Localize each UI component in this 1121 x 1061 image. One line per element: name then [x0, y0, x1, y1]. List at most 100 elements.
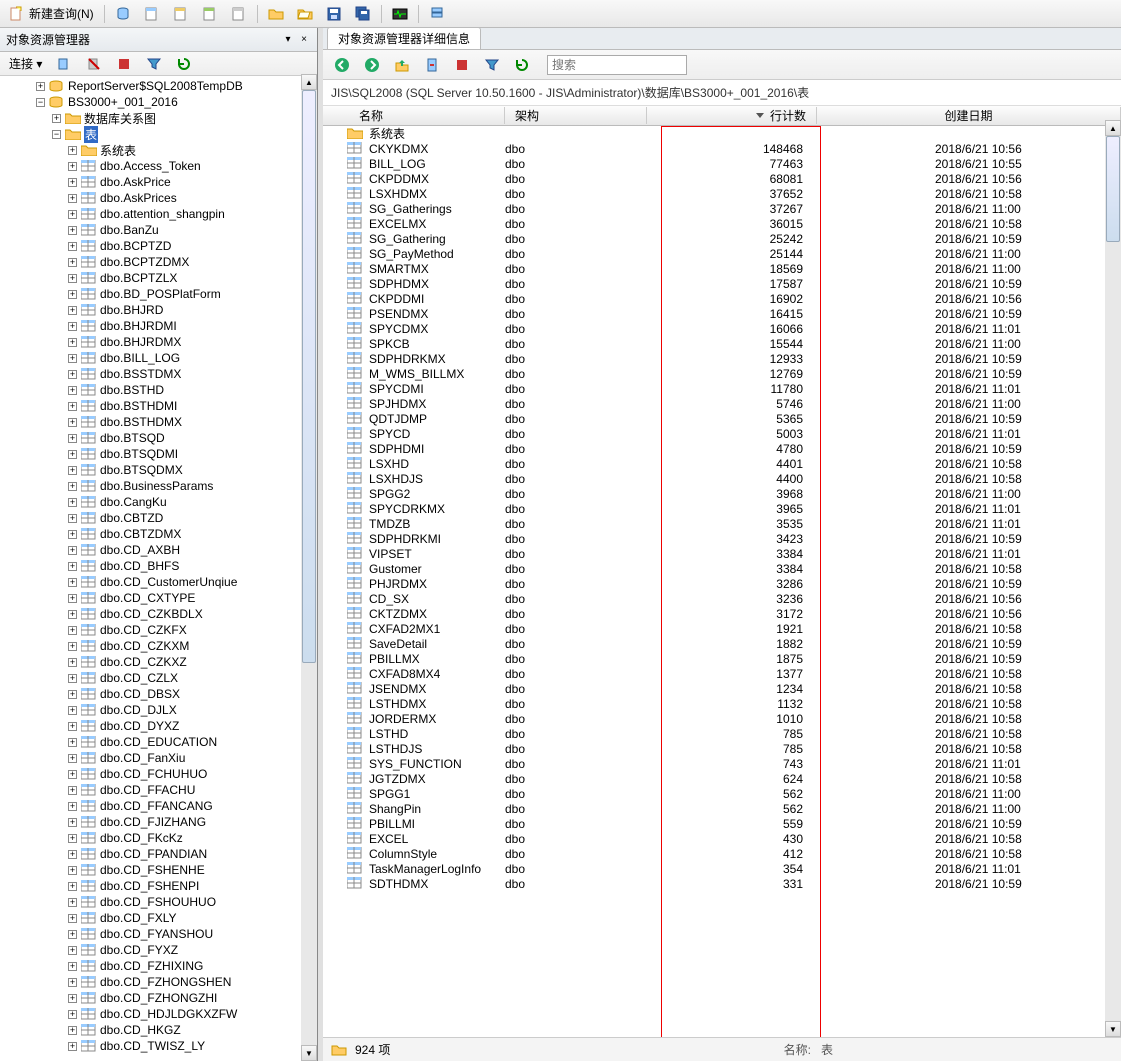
expand-icon[interactable]: +: [36, 82, 45, 91]
grid-row[interactable]: SaveDetaildbo18822018/6/21 10:59: [323, 636, 1121, 651]
grid-row[interactable]: CKYKDMXdbo1484682018/6/21 10:56: [323, 141, 1121, 156]
oe-refresh-button[interactable]: [171, 53, 197, 75]
expand-icon[interactable]: +: [68, 322, 77, 331]
grid-row[interactable]: QDTJDMPdbo53652018/6/21 10:59: [323, 411, 1121, 426]
grid-row[interactable]: TaskManagerLogInfodbo3542018/6/21 11:01: [323, 861, 1121, 876]
expand-icon[interactable]: +: [68, 834, 77, 843]
grid-row[interactable]: PSENDMXdbo164152018/6/21 10:59: [323, 306, 1121, 321]
expand-icon[interactable]: +: [68, 210, 77, 219]
scroll-down-button[interactable]: ▼: [301, 1045, 317, 1061]
tree-table[interactable]: +dbo.CD_FPANDIAN: [0, 846, 317, 862]
expand-icon[interactable]: +: [68, 562, 77, 571]
grid-row[interactable]: SG_PayMethoddbo251442018/6/21 11:00: [323, 246, 1121, 261]
grid-row[interactable]: LSXHDMXdbo376522018/6/21 10:58: [323, 186, 1121, 201]
expand-icon[interactable]: +: [68, 274, 77, 283]
activity-monitor-button[interactable]: [387, 3, 413, 25]
tree-table[interactable]: +dbo.CD_HKGZ: [0, 1022, 317, 1038]
open-file-button[interactable]: [292, 3, 318, 25]
expand-icon[interactable]: +: [68, 978, 77, 987]
forward-button[interactable]: [359, 54, 385, 76]
tree-table[interactable]: +dbo.BHJRDMI: [0, 318, 317, 334]
tree-folder-tables[interactable]: −表: [0, 126, 317, 142]
expand-icon[interactable]: +: [68, 546, 77, 555]
tree-table[interactable]: +dbo.BCPTZDMX: [0, 254, 317, 270]
expand-icon[interactable]: +: [68, 722, 77, 731]
grid-row[interactable]: SPKCBdbo155442018/6/21 11:00: [323, 336, 1121, 351]
expand-icon[interactable]: +: [68, 178, 77, 187]
expand-icon[interactable]: +: [68, 1010, 77, 1019]
expand-icon[interactable]: +: [68, 258, 77, 267]
tree-table[interactable]: +dbo.CD_FJIZHANG: [0, 814, 317, 830]
expand-icon[interactable]: +: [68, 466, 77, 475]
grid-row[interactable]: SPGG1dbo5622018/6/21 11:00: [323, 786, 1121, 801]
tree-table[interactable]: +dbo.CD_FSHENPI: [0, 878, 317, 894]
tree-table[interactable]: +dbo.CBTZDMX: [0, 526, 317, 542]
grid-row[interactable]: SG_Gatheringdbo252422018/6/21 10:59: [323, 231, 1121, 246]
expand-icon[interactable]: −: [52, 130, 61, 139]
expand-icon[interactable]: +: [68, 242, 77, 251]
new-query-button[interactable]: 新建查询(N): [4, 2, 99, 25]
tree-table[interactable]: +dbo.CD_FanXiu: [0, 750, 317, 766]
expand-icon[interactable]: +: [68, 482, 77, 491]
grid-row[interactable]: Gustomerdbo33842018/6/21 10:58: [323, 561, 1121, 576]
grid-row[interactable]: CKTZDMXdbo31722018/6/21 10:56: [323, 606, 1121, 621]
grid-row[interactable]: CD_SXdbo32362018/6/21 10:56: [323, 591, 1121, 606]
expand-icon[interactable]: +: [68, 898, 77, 907]
tree-table[interactable]: +dbo.CD_CXTYPE: [0, 590, 317, 606]
tree-table[interactable]: +dbo.CangKu: [0, 494, 317, 510]
expand-icon[interactable]: +: [68, 370, 77, 379]
registered-servers-button[interactable]: [424, 3, 450, 25]
tree-table[interactable]: +dbo.CD_BHFS: [0, 558, 317, 574]
tree-table[interactable]: +dbo.CD_DBSX: [0, 686, 317, 702]
toolbar-btn-1[interactable]: [110, 3, 136, 25]
grid-row[interactable]: LSXHDJSdbo44002018/6/21 10:58: [323, 471, 1121, 486]
expand-icon[interactable]: +: [68, 850, 77, 859]
detail-filter-button[interactable]: [479, 54, 505, 76]
grid-row[interactable]: LSTHDMXdbo11322018/6/21 10:58: [323, 696, 1121, 711]
expand-icon[interactable]: +: [68, 802, 77, 811]
dropdown-button[interactable]: ▾: [281, 33, 295, 47]
column-header-name[interactable]: 名称: [323, 107, 505, 124]
expand-icon[interactable]: +: [68, 818, 77, 827]
expand-icon[interactable]: +: [68, 514, 77, 523]
scroll-thumb[interactable]: [302, 90, 316, 663]
grid-row[interactable]: JGTZDMXdbo6242018/6/21 10:58: [323, 771, 1121, 786]
expand-icon[interactable]: +: [68, 194, 77, 203]
grid-row[interactable]: SPYCDdbo50032018/6/21 11:01: [323, 426, 1121, 441]
oe-filter-button[interactable]: [141, 53, 167, 75]
tree-table[interactable]: +dbo.CD_FZHIXING: [0, 958, 317, 974]
expand-icon[interactable]: +: [68, 354, 77, 363]
tree-folder-systables[interactable]: +系统表: [0, 142, 317, 158]
tree-table[interactable]: +dbo.CD_EDUCATION: [0, 734, 317, 750]
grid-row[interactable]: SDPHDMXdbo175872018/6/21 10:59: [323, 276, 1121, 291]
tree-table[interactable]: +dbo.CD_FSHENHE: [0, 862, 317, 878]
tree-db-main[interactable]: −BS3000+_001_2016: [0, 94, 317, 110]
grid-row[interactable]: SPGG2dbo39682018/6/21 11:00: [323, 486, 1121, 501]
close-pane-button[interactable]: ×: [297, 33, 311, 47]
expand-icon[interactable]: +: [68, 610, 77, 619]
grid-row[interactable]: PBILLMXdbo18752018/6/21 10:59: [323, 651, 1121, 666]
tree-table[interactable]: +dbo.Access_Token: [0, 158, 317, 174]
grid-row[interactable]: LSTHDJSdbo7852018/6/21 10:58: [323, 741, 1121, 756]
tree-table[interactable]: +dbo.BHJRDMX: [0, 334, 317, 350]
sync-button[interactable]: [419, 54, 445, 76]
tree-table[interactable]: +dbo.CD_FZHONGSHEN: [0, 974, 317, 990]
expand-icon[interactable]: +: [68, 1026, 77, 1035]
expand-icon[interactable]: +: [68, 338, 77, 347]
up-button[interactable]: [389, 54, 415, 76]
tree-table[interactable]: +dbo.CD_FKcKz: [0, 830, 317, 846]
expand-icon[interactable]: −: [36, 98, 45, 107]
expand-icon[interactable]: +: [68, 434, 77, 443]
tree-table[interactable]: +dbo.BusinessParams: [0, 478, 317, 494]
expand-icon[interactable]: +: [68, 914, 77, 923]
tree-table[interactable]: +dbo.BCPTZLX: [0, 270, 317, 286]
expand-icon[interactable]: +: [68, 162, 77, 171]
grid-row[interactable]: CKPDDMXdbo680812018/6/21 10:56: [323, 171, 1121, 186]
grid-row[interactable]: CXFAD2MX1dbo19212018/6/21 10:58: [323, 621, 1121, 636]
scroll-thumb[interactable]: [1106, 136, 1120, 242]
tree-table[interactable]: +dbo.CD_FYANSHOU: [0, 926, 317, 942]
tree-table[interactable]: +dbo.CD_CustomerUnqiue: [0, 574, 317, 590]
expand-icon[interactable]: +: [68, 866, 77, 875]
tree-table[interactable]: +dbo.CD_CZKBDLX: [0, 606, 317, 622]
grid-row[interactable]: SDPHDRKMIdbo34232018/6/21 10:59: [323, 531, 1121, 546]
